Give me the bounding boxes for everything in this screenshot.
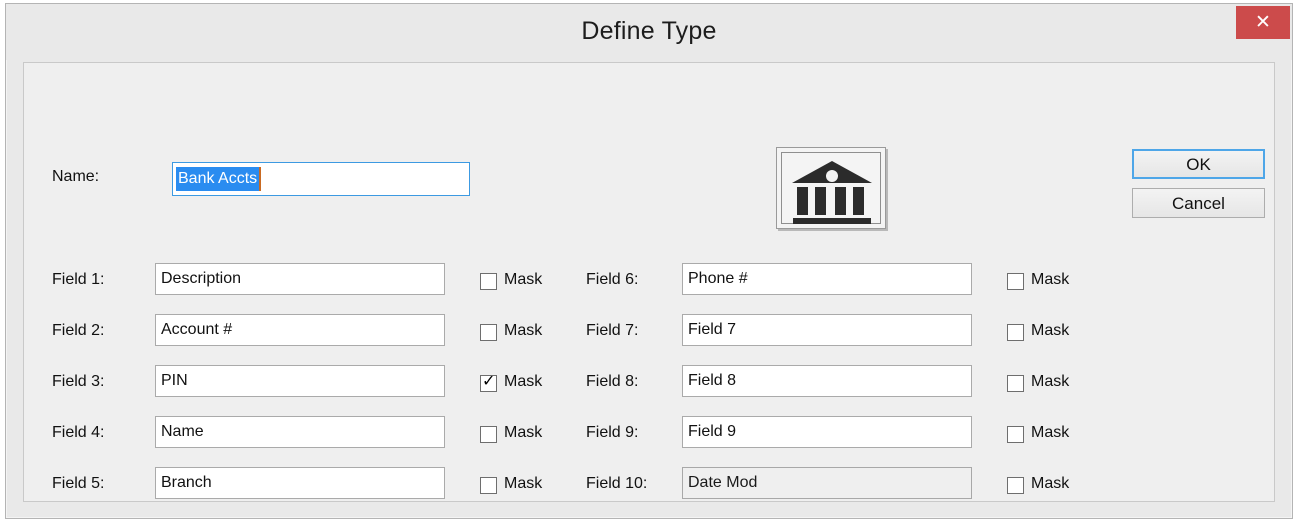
field-2-input[interactable] [155,314,445,346]
field-8-label: Field 8: [586,373,639,390]
field-7-mask-checkbox[interactable]: ✓ [1007,324,1024,341]
field-8-input[interactable] [682,365,972,397]
field-4-mask-label: Mask [504,424,543,441]
ok-button[interactable]: OK [1132,149,1265,179]
field-6-mask-label: Mask [1031,271,1070,288]
text-caret [259,167,261,191]
field-6-mask-checkbox[interactable]: ✓ [1007,273,1024,290]
name-label: Name: [52,168,100,185]
field-7-mask-label: Mask [1031,322,1070,339]
field-4-input[interactable] [155,416,445,448]
field-3-input[interactable] [155,365,445,397]
name-input[interactable]: Bank Accts [172,162,470,196]
field-2-label: Field 2: [52,322,105,339]
field-10-label: Field 10: [586,475,648,492]
field-9-mask-label: Mask [1031,424,1070,441]
field-2-mask-checkbox[interactable]: ✓ [480,324,497,341]
field-9-input[interactable] [682,416,972,448]
close-icon[interactable]: ✕ [1236,6,1290,39]
field-5-input[interactable] [155,467,445,499]
field-3-mask-label: Mask [504,373,543,390]
field-3-mask-checkbox[interactable]: ✓ [480,372,497,392]
field-9-label: Field 9: [586,424,639,441]
field-3-label: Field 3: [52,373,105,390]
name-input-value: Bank Accts [176,167,260,191]
field-2-mask-label: Mask [504,322,543,339]
field-6-input[interactable] [682,263,972,295]
window-title: Define Type [581,17,717,45]
field-5-label: Field 5: [52,475,105,492]
bank-icon-glyph [792,161,872,224]
cancel-button[interactable]: Cancel [1132,188,1265,218]
field-1-mask-label: Mask [504,271,543,288]
field-6-label: Field 6: [586,271,639,288]
field-8-mask-label: Mask [1031,373,1070,390]
field-8-mask-checkbox[interactable]: ✓ [1007,375,1024,392]
title-bar: Define Type ✕ [6,4,1292,60]
field-10-mask-checkbox[interactable]: ✓ [1007,477,1024,494]
field-7-label: Field 7: [586,322,639,339]
field-1-label: Field 1: [52,271,105,288]
field-4-label: Field 4: [52,424,105,441]
field-1-input[interactable] [155,263,445,295]
field-10-input [682,467,972,499]
field-7-input[interactable] [682,314,972,346]
content-panel: Name: Bank Accts OK Cancel Field 1: Desc… [23,62,1275,502]
bank-building-icon [776,147,886,229]
field-5-mask-label: Mask [504,475,543,492]
field-5-mask-checkbox[interactable]: ✓ [480,477,497,494]
field-9-mask-checkbox[interactable]: ✓ [1007,426,1024,443]
field-1-mask-checkbox[interactable]: ✓ [480,273,497,290]
field-10-mask-label: Mask [1031,475,1070,492]
field-4-mask-checkbox[interactable]: ✓ [480,426,497,443]
define-type-dialog: Define Type ✕ Name: Bank Accts OK Cancel… [5,3,1293,519]
